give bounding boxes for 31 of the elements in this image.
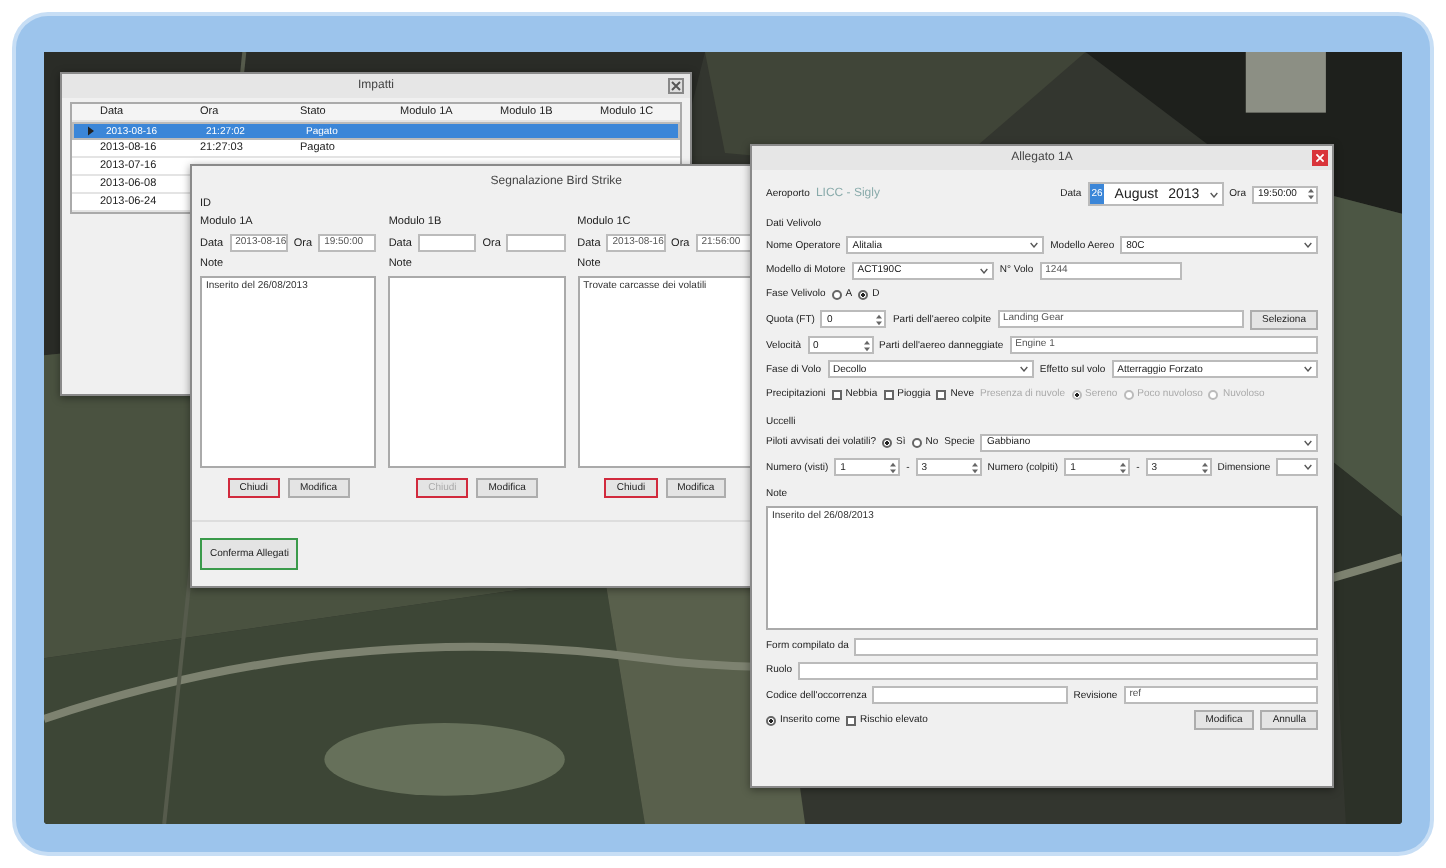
caret-icon — [1304, 242, 1312, 249]
radio-button[interactable] — [882, 437, 893, 448]
radio-button[interactable] — [858, 289, 869, 300]
checkbox[interactable] — [883, 389, 894, 399]
caret-icon — [1304, 439, 1312, 446]
checkbox[interactable] — [831, 389, 842, 399]
text-field[interactable] — [872, 686, 1068, 704]
spinner-icon — [1201, 461, 1208, 474]
spinner-icon — [890, 461, 897, 474]
radio-button[interactable] — [911, 437, 922, 448]
caret-icon — [1304, 366, 1312, 373]
calendar-dropdown-icon — [1209, 191, 1218, 197]
caret-icon — [1019, 366, 1028, 373]
checkbox[interactable] — [936, 389, 947, 399]
close-icon[interactable] — [668, 78, 684, 94]
caret-icon — [979, 267, 988, 274]
spinner-icon — [971, 461, 978, 474]
time-field[interactable] — [506, 234, 566, 252]
spinner-icon — [863, 339, 870, 352]
radio-button[interactable] — [766, 715, 776, 726]
text-field[interactable] — [798, 661, 1318, 680]
spinner-icon — [876, 313, 883, 326]
radio-button[interactable] — [831, 289, 842, 300]
spinner-icon — [1120, 461, 1127, 474]
caret-icon — [1304, 464, 1312, 471]
row-pointer-icon — [87, 126, 93, 136]
date-field[interactable] — [417, 234, 477, 252]
checkbox[interactable] — [846, 715, 857, 726]
text-field[interactable] — [854, 637, 1318, 656]
caret-icon — [1030, 242, 1039, 249]
spinner-icon — [1308, 188, 1314, 200]
